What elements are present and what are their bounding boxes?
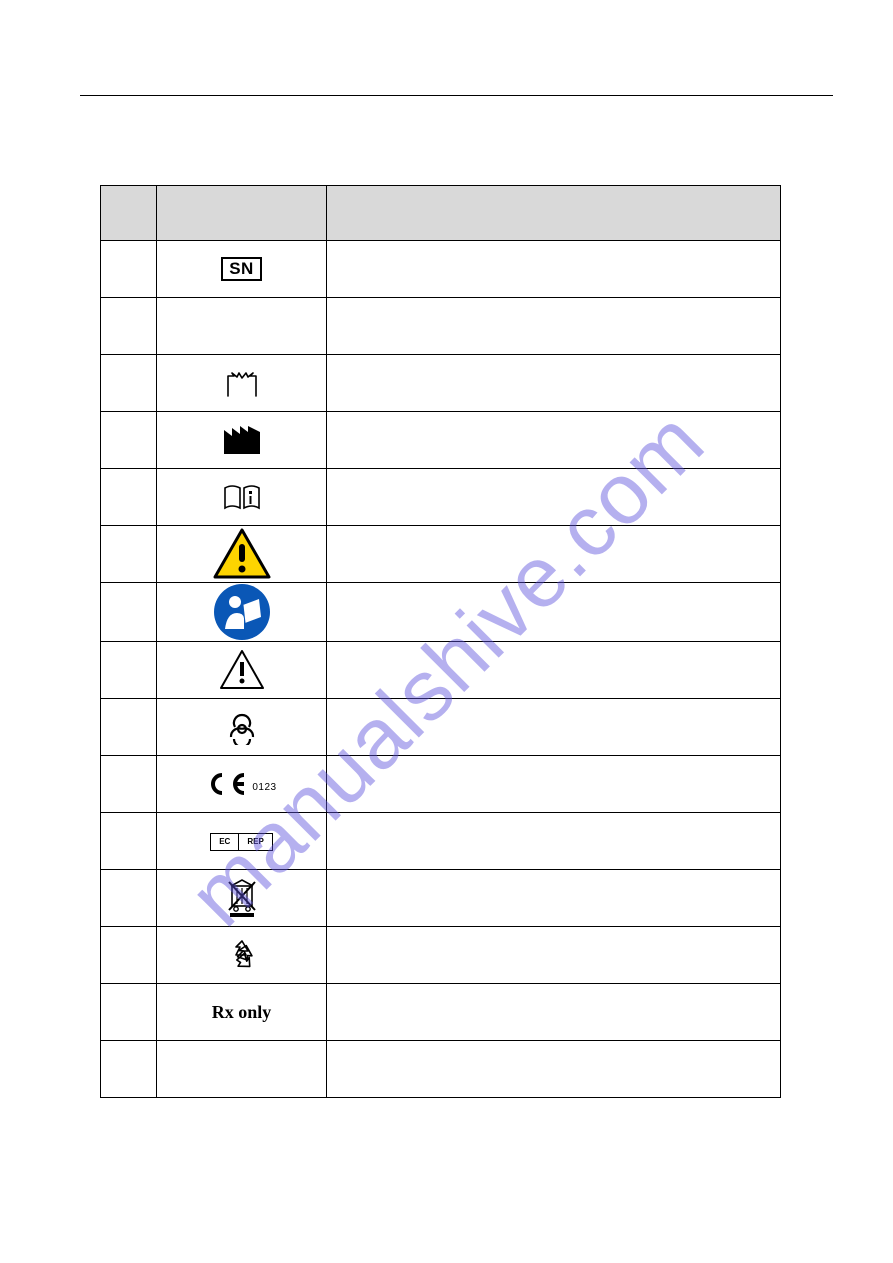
symbol-recycle: [157, 927, 327, 984]
table-row: [101, 355, 781, 412]
table-row: [101, 583, 781, 642]
symbol-sn: SN: [157, 241, 327, 298]
symbol-ec-rep: EC REP: [157, 813, 327, 870]
row-desc: [327, 1041, 781, 1098]
row-number: [101, 355, 157, 412]
warning-yellow-icon: [212, 527, 272, 581]
symbol-ce-mark: 0123: [157, 756, 327, 813]
table-row: SN: [101, 241, 781, 298]
symbol-weee: [157, 870, 327, 927]
row-number: [101, 699, 157, 756]
table-row: [101, 642, 781, 699]
table-row: 0123: [101, 756, 781, 813]
row-number: [101, 583, 157, 642]
row-desc: [327, 927, 781, 984]
recycle-icon: [224, 937, 260, 973]
symbol-biohazard: [157, 699, 327, 756]
row-number: [101, 756, 157, 813]
header-col-number: [101, 186, 157, 241]
ce-mark-icon: 0123: [206, 775, 276, 792]
symbol-caution: [157, 642, 327, 699]
table-row: [101, 927, 781, 984]
row-number: [101, 469, 157, 526]
table-row: [101, 298, 781, 355]
manufacturer-icon: [222, 424, 262, 456]
date-mfg-icon: [225, 368, 259, 398]
row-desc: [327, 469, 781, 526]
symbol-read-manual-blue: [157, 583, 327, 642]
symbol-rx-only: Rx only: [157, 984, 327, 1041]
row-desc: [327, 984, 781, 1041]
symbols-table: SN: [100, 185, 781, 1098]
row-desc: [327, 583, 781, 642]
ce-number: 0123: [252, 782, 276, 793]
symbol-empty: [157, 298, 327, 355]
row-desc: [327, 699, 781, 756]
row-desc: [327, 241, 781, 298]
symbol-consult-ifu: [157, 469, 327, 526]
table-row: [101, 526, 781, 583]
header-rule: [80, 95, 833, 96]
table-row: Rx only: [101, 984, 781, 1041]
symbol-date-of-manufacture: [157, 355, 327, 412]
row-number: [101, 241, 157, 298]
ec-rep-icon: EC REP: [210, 833, 273, 851]
row-number: [101, 984, 157, 1041]
row-number: [101, 412, 157, 469]
row-number: [101, 642, 157, 699]
row-number: [101, 813, 157, 870]
ec-label: EC: [211, 834, 239, 850]
row-desc: [327, 642, 781, 699]
row-number: [101, 526, 157, 583]
consult-ifu-icon: [221, 482, 263, 512]
row-desc: [327, 813, 781, 870]
row-desc: [327, 526, 781, 583]
row-desc: [327, 412, 781, 469]
symbol-manufacturer: [157, 412, 327, 469]
row-desc: [327, 756, 781, 813]
rep-label: REP: [239, 834, 271, 850]
table-row: [101, 699, 781, 756]
table-row: [101, 870, 781, 927]
sn-icon: SN: [221, 257, 262, 282]
row-desc: [327, 298, 781, 355]
table-header-row: [101, 186, 781, 241]
row-number: [101, 1041, 157, 1098]
rx-only-icon: Rx only: [212, 1002, 272, 1022]
symbol-empty: [157, 1041, 327, 1098]
table-row: [101, 412, 781, 469]
read-manual-blue-icon: [213, 583, 271, 641]
row-desc: [327, 355, 781, 412]
table-row: [101, 469, 781, 526]
header-col-symbol: [157, 186, 327, 241]
table-row: [101, 1041, 781, 1098]
row-number: [101, 298, 157, 355]
header-col-description: [327, 186, 781, 241]
symbol-warning-yellow: [157, 526, 327, 583]
table-row: EC REP: [101, 813, 781, 870]
row-number: [101, 927, 157, 984]
biohazard-icon: [224, 709, 260, 745]
row-number: [101, 870, 157, 927]
row-desc: [327, 870, 781, 927]
weee-icon: [225, 878, 259, 918]
caution-icon: [218, 648, 266, 692]
